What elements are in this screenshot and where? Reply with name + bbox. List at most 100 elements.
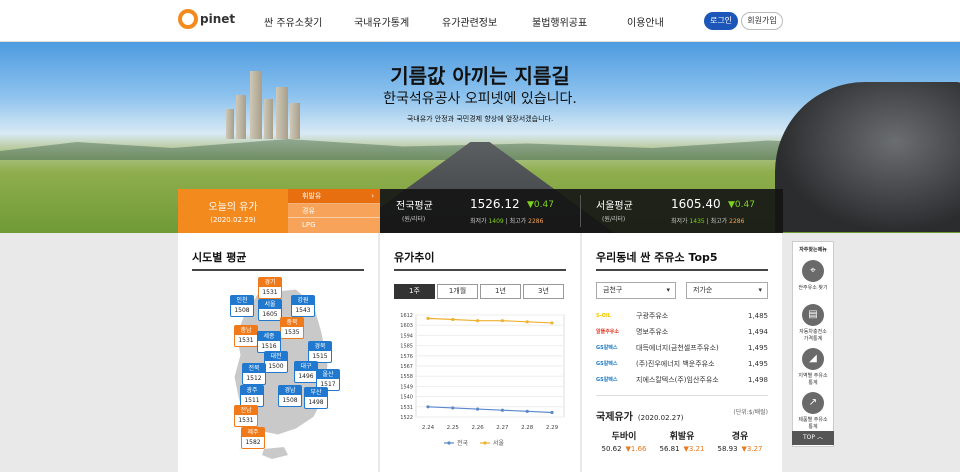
nav-domestic-stats[interactable]: 국내유가통계: [354, 14, 409, 29]
fuel-tab-label: 휘발유: [302, 192, 322, 200]
region-value: 1500: [268, 363, 284, 370]
map-pin-icon: ⌖: [802, 260, 824, 282]
period-3year-button[interactable]: 3년: [523, 284, 564, 299]
legend-marker: [483, 441, 487, 445]
logo-text: pinet: [200, 12, 236, 26]
fuel-tab-diesel[interactable]: 경유: [288, 204, 380, 219]
nav-oil-info[interactable]: 유가관련정보: [442, 14, 497, 29]
y-tick-label: 1603: [400, 323, 413, 329]
sort-select-value: 저가순: [693, 286, 713, 294]
side-item-charger-price[interactable]: ▤ 자동차충전소 가격통계: [797, 304, 829, 342]
fuel-tab-label: 경유: [302, 206, 315, 215]
region-badge[interactable]: 부산 1498: [304, 387, 328, 409]
data-point: [426, 405, 430, 409]
station-row[interactable]: GS칼텍스 지에스칼텍스(주)임산주유소 1,498: [596, 373, 768, 388]
fuel-tab-gasoline[interactable]: 휘발유 ›: [288, 189, 380, 204]
x-tick-label: 2.25: [447, 425, 460, 431]
join-button[interactable]: 회원가입: [741, 12, 783, 30]
section-divider: [192, 269, 364, 271]
seoul-avg-unit: (원/리터): [602, 216, 626, 223]
opinet-logo[interactable]: pinet: [178, 9, 235, 29]
national-avg-change: ▼0.47: [527, 200, 554, 210]
district-select-value: 금천구: [603, 286, 623, 294]
brand-logo: S-OIL: [596, 313, 611, 319]
region-badge[interactable]: 인천 1508: [230, 295, 254, 317]
side-item-label: 지역별 주유소통계: [798, 373, 828, 386]
region-badge[interactable]: 충북 1535: [280, 317, 304, 339]
favorite-menu-panel: 자주찾는메뉴 ⌖ 싼주유소 찾기 ▤ 자동차충전소 가격통계 ◢ 지역별 주유소…: [792, 241, 834, 447]
regional-average-section: 시도별 평균 경기 1531 서울 1605 인천 1508 강원 1543 충북 1535 충남 1…: [178, 233, 378, 472]
login-button[interactable]: 로그인: [704, 12, 738, 30]
region-badge[interactable]: 서울 1605: [258, 299, 282, 321]
section-title: 우리동네 싼 주유소 Top5: [596, 251, 718, 264]
region-badge[interactable]: 경북 1515: [308, 341, 332, 363]
station-row[interactable]: S-OIL 구광주유소 1,485: [596, 309, 768, 324]
region-name: 대전: [265, 352, 287, 361]
section-title: 시도별 평균: [192, 251, 247, 264]
period-1month-button[interactable]: 1개월: [437, 284, 478, 299]
district-select[interactable]: 금천구 ▾: [596, 282, 676, 299]
region-name: 서울: [259, 300, 281, 309]
average-price-panel: 전국평균 (원/리터) 1526.12 ▼0.47 최저가 1409 | 최고가…: [380, 189, 783, 233]
region-badge[interactable]: 세종 1516: [257, 331, 281, 353]
side-item-cheap-station[interactable]: ⌖ 싼주유소 찾기: [797, 260, 829, 291]
station-name: 지에스칼텍스(주)임산주유소: [636, 376, 719, 384]
legend-marker: [447, 441, 451, 445]
station-row[interactable]: 알뜰주유소 명보주유소 1,494: [596, 325, 768, 340]
nav-usage-guide[interactable]: 이용안내: [627, 14, 664, 29]
fuel-tabs: 휘발유 › 경유 LPG: [288, 189, 380, 233]
intl-item-change: ▼3.27: [741, 445, 763, 453]
station-row[interactable]: GS칼텍스 (주)진우에너지 백운주유소 1,495: [596, 357, 768, 372]
region-value: 1605: [262, 311, 278, 318]
region-badge[interactable]: 경남 1508: [278, 385, 302, 407]
legend-label: 전국: [457, 439, 469, 447]
price-trend-section: 유가추이 1주 1개월 1년 3년 1612 1603 1594 1585 1576 15…: [380, 233, 580, 472]
intl-oil-price: 국제유가 (2020.02.27) (단위:$/배럴) 두바이 50.62 ▼1.6…: [596, 405, 768, 453]
region-value: 1543: [295, 307, 311, 314]
station-name: 명보주유소: [636, 328, 669, 336]
region-badge[interactable]: 충남 1531: [234, 325, 258, 347]
min-label: 최저가: [671, 218, 688, 225]
region-badge[interactable]: 광주 1511: [240, 385, 264, 407]
max-label: 최고가: [509, 218, 527, 225]
data-point: [500, 408, 504, 412]
region-badge[interactable]: 경기 1531: [258, 277, 282, 299]
scroll-top-button[interactable]: TOP ︿: [792, 431, 834, 445]
station-row[interactable]: GS칼텍스 대득에너지(금천셀프주유소) 1,495: [596, 341, 768, 356]
region-name: 광주: [241, 386, 263, 395]
side-item-regional-stats[interactable]: ◢ 지역별 주유소통계: [797, 348, 829, 386]
x-tick-label: 2.27: [496, 425, 509, 431]
trend-line-chart: 1612 1603 1594 1585 1576 1567 1558 1549 1540 1531…: [400, 313, 565, 447]
intl-item-values: 58.93 ▼3.27: [712, 445, 768, 453]
region-badge[interactable]: 제주 1582: [241, 427, 265, 449]
region-badge[interactable]: 전북 1512: [242, 363, 266, 385]
region-value: 1531: [262, 289, 278, 296]
x-tick-label: 2.24: [422, 425, 435, 431]
intl-item-change: ▼1.66: [625, 445, 647, 453]
brand-logo: GS칼텍스: [596, 361, 618, 367]
station-name: (주)진우에너지 백운주유소: [636, 360, 715, 368]
region-badge[interactable]: 대구 1496: [294, 361, 318, 383]
region-badge[interactable]: 전남 1531: [234, 405, 258, 427]
side-item-label: 싼주유소 찾기: [798, 285, 828, 291]
region-value: 1582: [245, 439, 261, 446]
data-point: [525, 320, 529, 324]
station-name: 대득에너지(금천셀프주유소): [636, 344, 719, 352]
station-name: 구광주유소: [636, 312, 669, 320]
fuel-tab-lpg[interactable]: LPG: [288, 218, 380, 233]
period-1week-button[interactable]: 1주: [394, 284, 435, 299]
side-item-product-stats[interactable]: ↗ 제품별 주유소통계: [797, 392, 829, 430]
station-price: 1,495: [747, 360, 768, 368]
divider: |: [706, 218, 709, 225]
nav-cheap-stations[interactable]: 싼 주유소찾기: [264, 14, 322, 29]
region-badge[interactable]: 강원 1543: [291, 295, 315, 317]
chevron-right-icon: ›: [371, 192, 374, 200]
region-badge[interactable]: 대전 1500: [264, 351, 288, 373]
intl-item: 두바이 50.62 ▼1.66: [596, 429, 652, 453]
sort-select[interactable]: 저가순 ▾: [686, 282, 768, 299]
period-1year-button[interactable]: 1년: [480, 284, 521, 299]
hero-subtitle: 한국석유공사 오피넷에 있습니다.: [383, 91, 577, 107]
x-tick-label: 2.29: [546, 425, 559, 431]
nav-illegal-disclosure[interactable]: 불법행위공표: [532, 14, 587, 29]
brand-logo: 알뜰주유소: [596, 329, 620, 335]
